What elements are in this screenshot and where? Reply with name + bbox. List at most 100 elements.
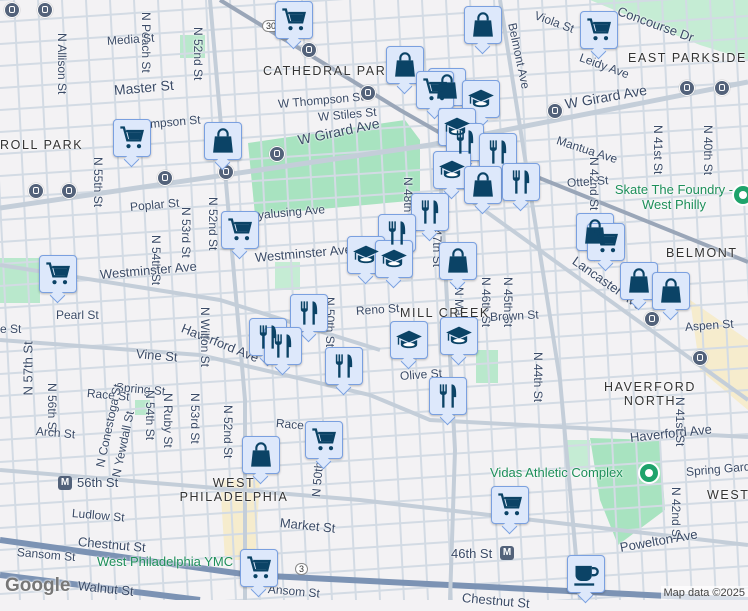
- shopping-bag-icon: [469, 11, 497, 39]
- grocery-marker[interactable]: [113, 119, 151, 157]
- shopping-marker[interactable]: [242, 436, 280, 474]
- street-label: N Allison St: [55, 33, 69, 94]
- restaurant-marker[interactable]: [264, 327, 302, 365]
- transit-stop-icon[interactable]: [4, 2, 20, 18]
- shopping-bag-icon: [469, 171, 497, 199]
- transit-stop-icon[interactable]: [679, 80, 695, 96]
- street-label: Reno St: [356, 301, 400, 318]
- graduation-cap-icon: [395, 326, 423, 354]
- street-label: N Ruby St: [161, 393, 175, 448]
- shopping-marker[interactable]: [204, 122, 242, 160]
- poi-pin-icon[interactable]: [732, 184, 748, 206]
- shopping-bag-icon: [625, 267, 653, 295]
- shopping-marker[interactable]: [620, 262, 658, 300]
- metro-station-label[interactable]: 56th St: [77, 475, 118, 490]
- transit-stop-icon[interactable]: [157, 170, 173, 186]
- neighborhood-label: CATHEDRAL PARK: [263, 64, 396, 78]
- poi-label-vidas-athletic[interactable]: Vidas Athletic Complex: [490, 465, 623, 480]
- restaurant-marker[interactable]: [290, 294, 328, 332]
- shopping-bag-icon: [247, 441, 275, 469]
- transit-stop-icon[interactable]: [692, 350, 708, 366]
- school-marker[interactable]: [440, 317, 478, 355]
- fork-knife-icon: [507, 168, 535, 196]
- graduation-cap-icon: [352, 241, 380, 269]
- street-label: N 41st St: [651, 125, 665, 174]
- grocery-marker[interactable]: [491, 486, 529, 524]
- transit-stop-icon[interactable]: [61, 183, 77, 199]
- cart-icon: [118, 124, 146, 152]
- neighborhood-label: WEST PHILADELPHIA: [174, 476, 294, 504]
- neighborhood-label: WEST: [707, 488, 748, 502]
- graduation-cap-icon: [438, 156, 466, 184]
- graduation-cap-icon: [445, 322, 473, 350]
- street-label: Pearl St: [56, 308, 99, 322]
- fork-knife-icon: [451, 128, 479, 156]
- transit-stop-icon[interactable]: [28, 183, 44, 199]
- grocery-marker[interactable]: [587, 223, 625, 261]
- grocery-marker[interactable]: [221, 211, 259, 249]
- transit-stop-icon[interactable]: [547, 103, 563, 119]
- school-marker[interactable]: [375, 240, 413, 278]
- poi-pin-icon[interactable]: [638, 462, 660, 484]
- shopping-marker[interactable]: [652, 272, 690, 310]
- transit-stop-icon[interactable]: [269, 146, 285, 162]
- cart-icon: [44, 260, 72, 288]
- transit-stop-icon[interactable]: [301, 42, 317, 58]
- neighborhood-label: BELMONT: [666, 246, 738, 260]
- shopping-marker[interactable]: [386, 46, 424, 84]
- shopping-marker[interactable]: [439, 242, 477, 280]
- street-label: Otter St: [567, 173, 609, 190]
- poi-label-ymca[interactable]: West Philadelphia YMC: [97, 554, 233, 569]
- metro-icon[interactable]: M: [58, 476, 72, 490]
- fork-knife-icon: [269, 332, 297, 360]
- grocery-marker[interactable]: [39, 255, 77, 293]
- transit-stop-icon[interactable]: [714, 80, 730, 96]
- transit-stop-icon[interactable]: [37, 2, 53, 18]
- cart-icon: [592, 228, 620, 256]
- grocery-marker[interactable]: [305, 421, 343, 459]
- grocery-marker[interactable]: [275, 1, 313, 39]
- school-marker[interactable]: [433, 151, 471, 189]
- poi-label-skate-foundry[interactable]: Skate The Foundry - West Philly: [614, 182, 734, 212]
- restaurant-marker[interactable]: [502, 163, 540, 201]
- cart-icon: [245, 554, 273, 582]
- cart-icon: [280, 6, 308, 34]
- shopping-marker[interactable]: [464, 6, 502, 44]
- neighborhood-label: HAVERFORD NORTH: [590, 380, 710, 408]
- restaurant-marker[interactable]: [411, 193, 449, 231]
- school-marker[interactable]: [390, 321, 428, 359]
- grocery-marker[interactable]: [240, 549, 278, 587]
- street-label: N Wilton St: [198, 307, 212, 367]
- grocery-marker[interactable]: [416, 71, 454, 109]
- route-shield: 3: [295, 563, 308, 575]
- street-label: N 53rd St: [188, 393, 202, 444]
- transit-stop-icon[interactable]: [644, 311, 660, 327]
- grocery-marker[interactable]: [580, 11, 618, 49]
- street-label: N 53rd St: [179, 207, 193, 258]
- fork-knife-icon: [434, 382, 462, 410]
- google-logo: Google: [5, 575, 70, 597]
- cart-icon: [226, 216, 254, 244]
- metro-icon[interactable]: M: [500, 546, 514, 560]
- map-attribution[interactable]: Map data ©2025: [661, 586, 748, 600]
- transit-stop-icon[interactable]: [360, 85, 376, 101]
- neighborhood-label: EAST PARKSIDE: [628, 51, 747, 65]
- cafe-marker[interactable]: [567, 555, 605, 593]
- restaurant-marker[interactable]: [325, 347, 363, 385]
- restaurant-marker[interactable]: [429, 377, 467, 415]
- fork-knife-icon: [383, 219, 411, 247]
- cart-icon: [421, 76, 449, 104]
- cart-icon: [585, 16, 613, 44]
- cart-icon: [496, 491, 524, 519]
- street-label: Brown St: [490, 307, 539, 324]
- street-label: N 52nd St: [221, 405, 235, 458]
- fork-knife-icon: [416, 198, 444, 226]
- cart-icon: [310, 426, 338, 454]
- metro-station-label[interactable]: 46th St: [451, 546, 492, 561]
- street-label: N 54th St: [143, 390, 157, 440]
- restaurant-marker[interactable]: [479, 133, 517, 171]
- street-label: e St: [0, 322, 21, 336]
- street-label: N 52nd St: [206, 197, 220, 250]
- shopping-marker[interactable]: [464, 166, 502, 204]
- graduation-cap-icon: [467, 85, 495, 113]
